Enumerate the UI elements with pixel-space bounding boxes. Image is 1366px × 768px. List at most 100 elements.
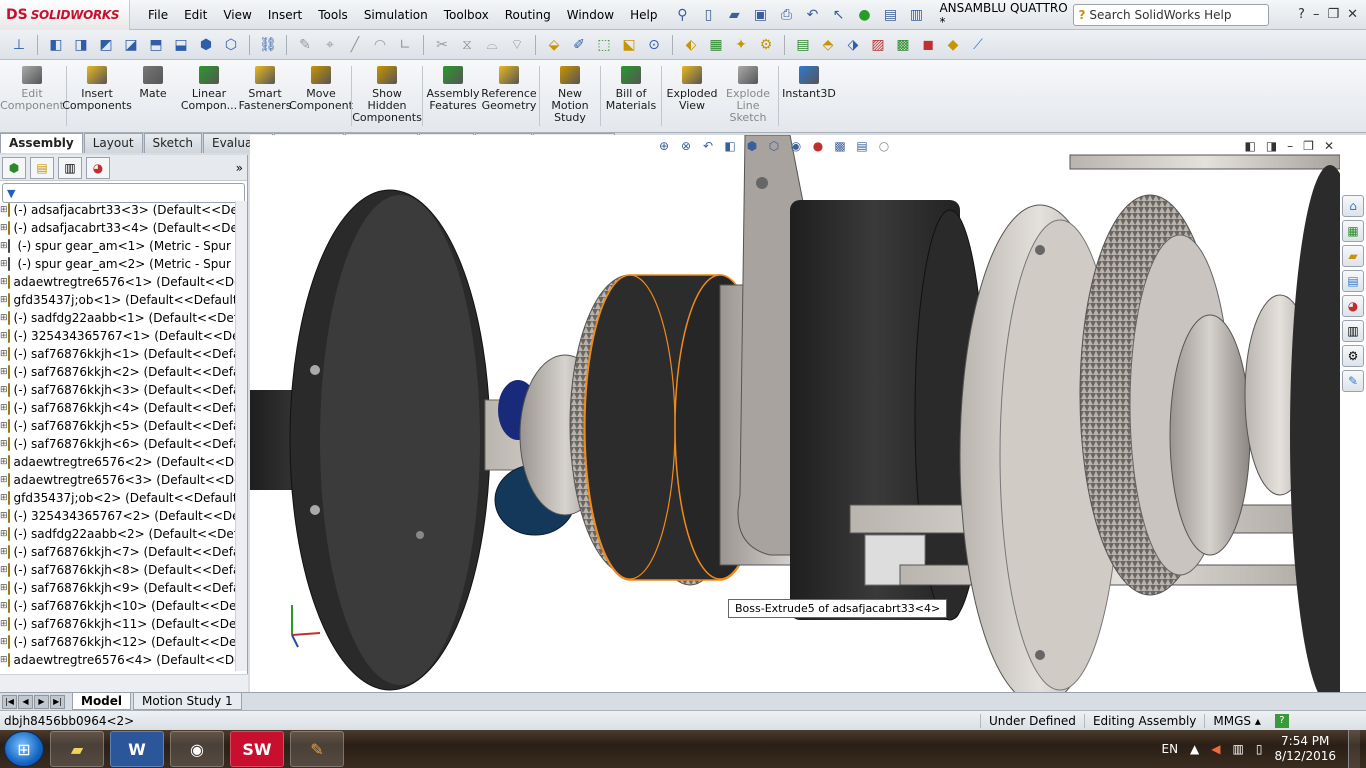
tree-row[interactable]: ⊞ gfd35437j;ob<2> (Default<<Default [0, 489, 236, 507]
cmd-mate[interactable]: Mate [125, 60, 181, 132]
prev-tab-icon[interactable]: ◀ [18, 694, 33, 709]
tree-row[interactable]: ⊞ (-) saf76876kkjh<7> (Default<<Defa [0, 543, 236, 561]
configuration-manager-tab-icon[interactable]: ▥ [58, 156, 82, 179]
feature-tree-tab-icon[interactable]: ⬢ [2, 156, 26, 179]
quick-tips-icon[interactable]: ? [1274, 713, 1289, 728]
smart-dimension-icon[interactable]: ⌖ [319, 35, 341, 55]
tree-row[interactable]: ⊞ (-) saf76876kkjh<9> (Default<<Defa [0, 579, 236, 597]
menu-tools[interactable]: Tools [310, 0, 356, 30]
menu-insert[interactable]: Insert [260, 0, 310, 30]
paint-app-icon[interactable]: ✎ [290, 731, 344, 767]
expand-icon[interactable]: ⊞ [0, 385, 8, 395]
tree-row[interactable]: ⊞ (-) saf76876kkjh<12> (Default<<Def [0, 633, 236, 651]
pin-icon[interactable]: ⚲ [671, 5, 693, 25]
menu-routing[interactable]: Routing [497, 0, 559, 30]
fillet-icon[interactable]: ⌓ [481, 35, 503, 55]
previous-view-icon[interactable]: ↶ [699, 137, 717, 155]
close-icon[interactable]: ✕ [1347, 7, 1358, 22]
expand-icon[interactable]: ⊞ [0, 529, 8, 539]
cmd-new-motion-study[interactable]: New Motion Study [542, 60, 598, 132]
tree-row[interactable]: ⊞ adaewtregtre6576<2> (Default<<De [0, 453, 236, 471]
expand-icon[interactable]: ⊞ [0, 277, 8, 287]
view-settings-icon[interactable]: ▤ [853, 137, 871, 155]
viewport-restore-icon[interactable]: ❐ [1303, 139, 1314, 153]
component-tool-icon[interactable]: ▩ [892, 35, 914, 55]
expand-icon[interactable]: ⊞ [0, 583, 8, 593]
assembly-visualization-icon[interactable]: ◼ [917, 35, 939, 55]
expand-icon[interactable]: ⊞ [0, 295, 8, 305]
expand-icon[interactable]: ⊞ [0, 475, 8, 485]
menu-file[interactable]: File [140, 0, 176, 30]
next-tab-icon[interactable]: ▶ [34, 694, 49, 709]
language-indicator[interactable]: EN [1161, 742, 1178, 756]
assembly-features-icon[interactable]: ▦ [705, 35, 727, 55]
tree-row[interactable]: ⊞ (-) saf76876kkjh<10> (Default<<Def [0, 597, 236, 615]
bottom-tab-motion-study-1[interactable]: Motion Study 1 [133, 693, 242, 710]
cmd-smart-fasteners[interactable]: Smart Fasteners [237, 60, 293, 132]
minimize-icon[interactable]: – [1313, 7, 1320, 22]
trimetric-view-icon[interactable]: ⬡ [220, 35, 242, 55]
chrome-app-icon[interactable]: ◉ [170, 731, 224, 767]
tree-horizontal-scrollbar[interactable] [0, 674, 248, 692]
move-tool-icon[interactable]: ⊙ [643, 35, 665, 55]
tree-row[interactable]: ⊞ (-) sadfdg22aabb<1> (Default<<Def [0, 309, 236, 327]
tree-row[interactable]: ⊞ (-) saf76876kkjh<5> (Default<<Defa [0, 417, 236, 435]
help-icon[interactable]: ? [1298, 7, 1305, 22]
show-hidden-icon[interactable]: ⬖ [680, 35, 702, 55]
expand-icon[interactable]: ⊞ [0, 259, 8, 269]
tree-row[interactable]: ⊞ (-) saf76876kkjh<4> (Default<<Defa [0, 399, 236, 417]
custom-properties-icon[interactable]: ▥ [1342, 320, 1364, 342]
bottom-tab-model[interactable]: Model [72, 693, 132, 710]
options-icon[interactable]: ▥ [905, 5, 927, 25]
tree-row[interactable]: ⊞ (-) saf76876kkjh<1> (Default<<Defa [0, 345, 236, 363]
cmd-explode-line-sketch[interactable]: Explode Line Sketch [720, 60, 776, 132]
last-tab-icon[interactable]: ▶| [50, 694, 65, 709]
cmd-assembly-features[interactable]: Assembly Features [425, 60, 481, 132]
tree-row[interactable]: ⊞ (-) spur gear_am<2> (Metric - Spur g [0, 255, 236, 273]
bottom-view-icon[interactable]: ⬓ [170, 35, 192, 55]
zoom-area-icon[interactable]: ⊗ [677, 137, 695, 155]
expand-panel-icon[interactable]: » [236, 161, 243, 175]
viewport-split-icon[interactable]: ◧ [1244, 139, 1255, 153]
expand-icon[interactable]: ⊞ [0, 349, 8, 359]
new-document-icon[interactable]: ▯ [697, 5, 719, 25]
tree-row[interactable]: ⊞ gfd35437j;ob<1> (Default<<Default [0, 291, 236, 309]
expand-icon[interactable]: ⊞ [0, 457, 8, 467]
solidworks-app-icon[interactable]: SW [230, 731, 284, 767]
view-orientation-icon[interactable]: ⬢ [743, 137, 761, 155]
sketch-icon[interactable]: ✎ [294, 35, 316, 55]
expand-icon[interactable]: ⊞ [0, 601, 8, 611]
chamfer-icon[interactable]: ⌔ [506, 35, 528, 55]
cmd-exploded-view[interactable]: Exploded View [664, 60, 720, 132]
tree-row[interactable]: ⊞ (-) sadfdg22aabb<2> (Default<<Def [0, 525, 236, 543]
realview-icon[interactable]: ○ [875, 137, 893, 155]
tree-row[interactable]: ⊞ (-) adsafjacabrt33<4> (Default<<De [0, 219, 236, 237]
right-view-icon[interactable]: ◪ [120, 35, 142, 55]
expand-icon[interactable]: ⊞ [0, 241, 8, 251]
front-view-icon[interactable]: ◧ [45, 35, 67, 55]
expand-icon[interactable]: ⊞ [0, 313, 8, 323]
cmd-edit-component[interactable]: Edit Component [0, 60, 64, 132]
expand-icon[interactable]: ⊞ [0, 403, 8, 413]
expand-icon[interactable]: ⊞ [0, 331, 8, 341]
interference-icon[interactable]: ⬗ [842, 35, 864, 55]
solidworks-logo[interactable]: DS SOLIDWORKS [0, 0, 130, 30]
back-view-icon[interactable]: ◨ [70, 35, 92, 55]
tree-row[interactable]: ⊞ (-) saf76876kkjh<8> (Default<<Defa [0, 561, 236, 579]
normal-to-icon[interactable]: ⊥ [8, 35, 30, 55]
tree-row[interactable]: ⊞ (-) saf76876kkjh<11> (Default<<Def [0, 615, 236, 633]
tree-row[interactable]: ⊞ adaewtregtre6576<4> (Default<<De [0, 651, 236, 669]
expand-icon[interactable]: ⊞ [0, 493, 8, 503]
tab-assembly[interactable]: Assembly [0, 133, 83, 153]
viewport-split2-icon[interactable]: ◨ [1266, 139, 1277, 153]
collision-icon[interactable]: ▨ [867, 35, 889, 55]
arc-icon[interactable]: ◠ [369, 35, 391, 55]
cmd-move-component[interactable]: Move Component [289, 60, 353, 132]
design-library-icon[interactable]: ▦ [1342, 220, 1364, 242]
expand-icon[interactable]: ⊞ [0, 511, 8, 521]
section-view-icon[interactable]: ◧ [721, 137, 739, 155]
menu-view[interactable]: View [215, 0, 259, 30]
tree-row[interactable]: ⊞ (-) 325434365767<2> (Default<<Def [0, 507, 236, 525]
pin-tool-icon[interactable]: ✐ [568, 35, 590, 55]
tree-row[interactable]: ⊞ (-) spur gear_am<1> (Metric - Spur g [0, 237, 236, 255]
